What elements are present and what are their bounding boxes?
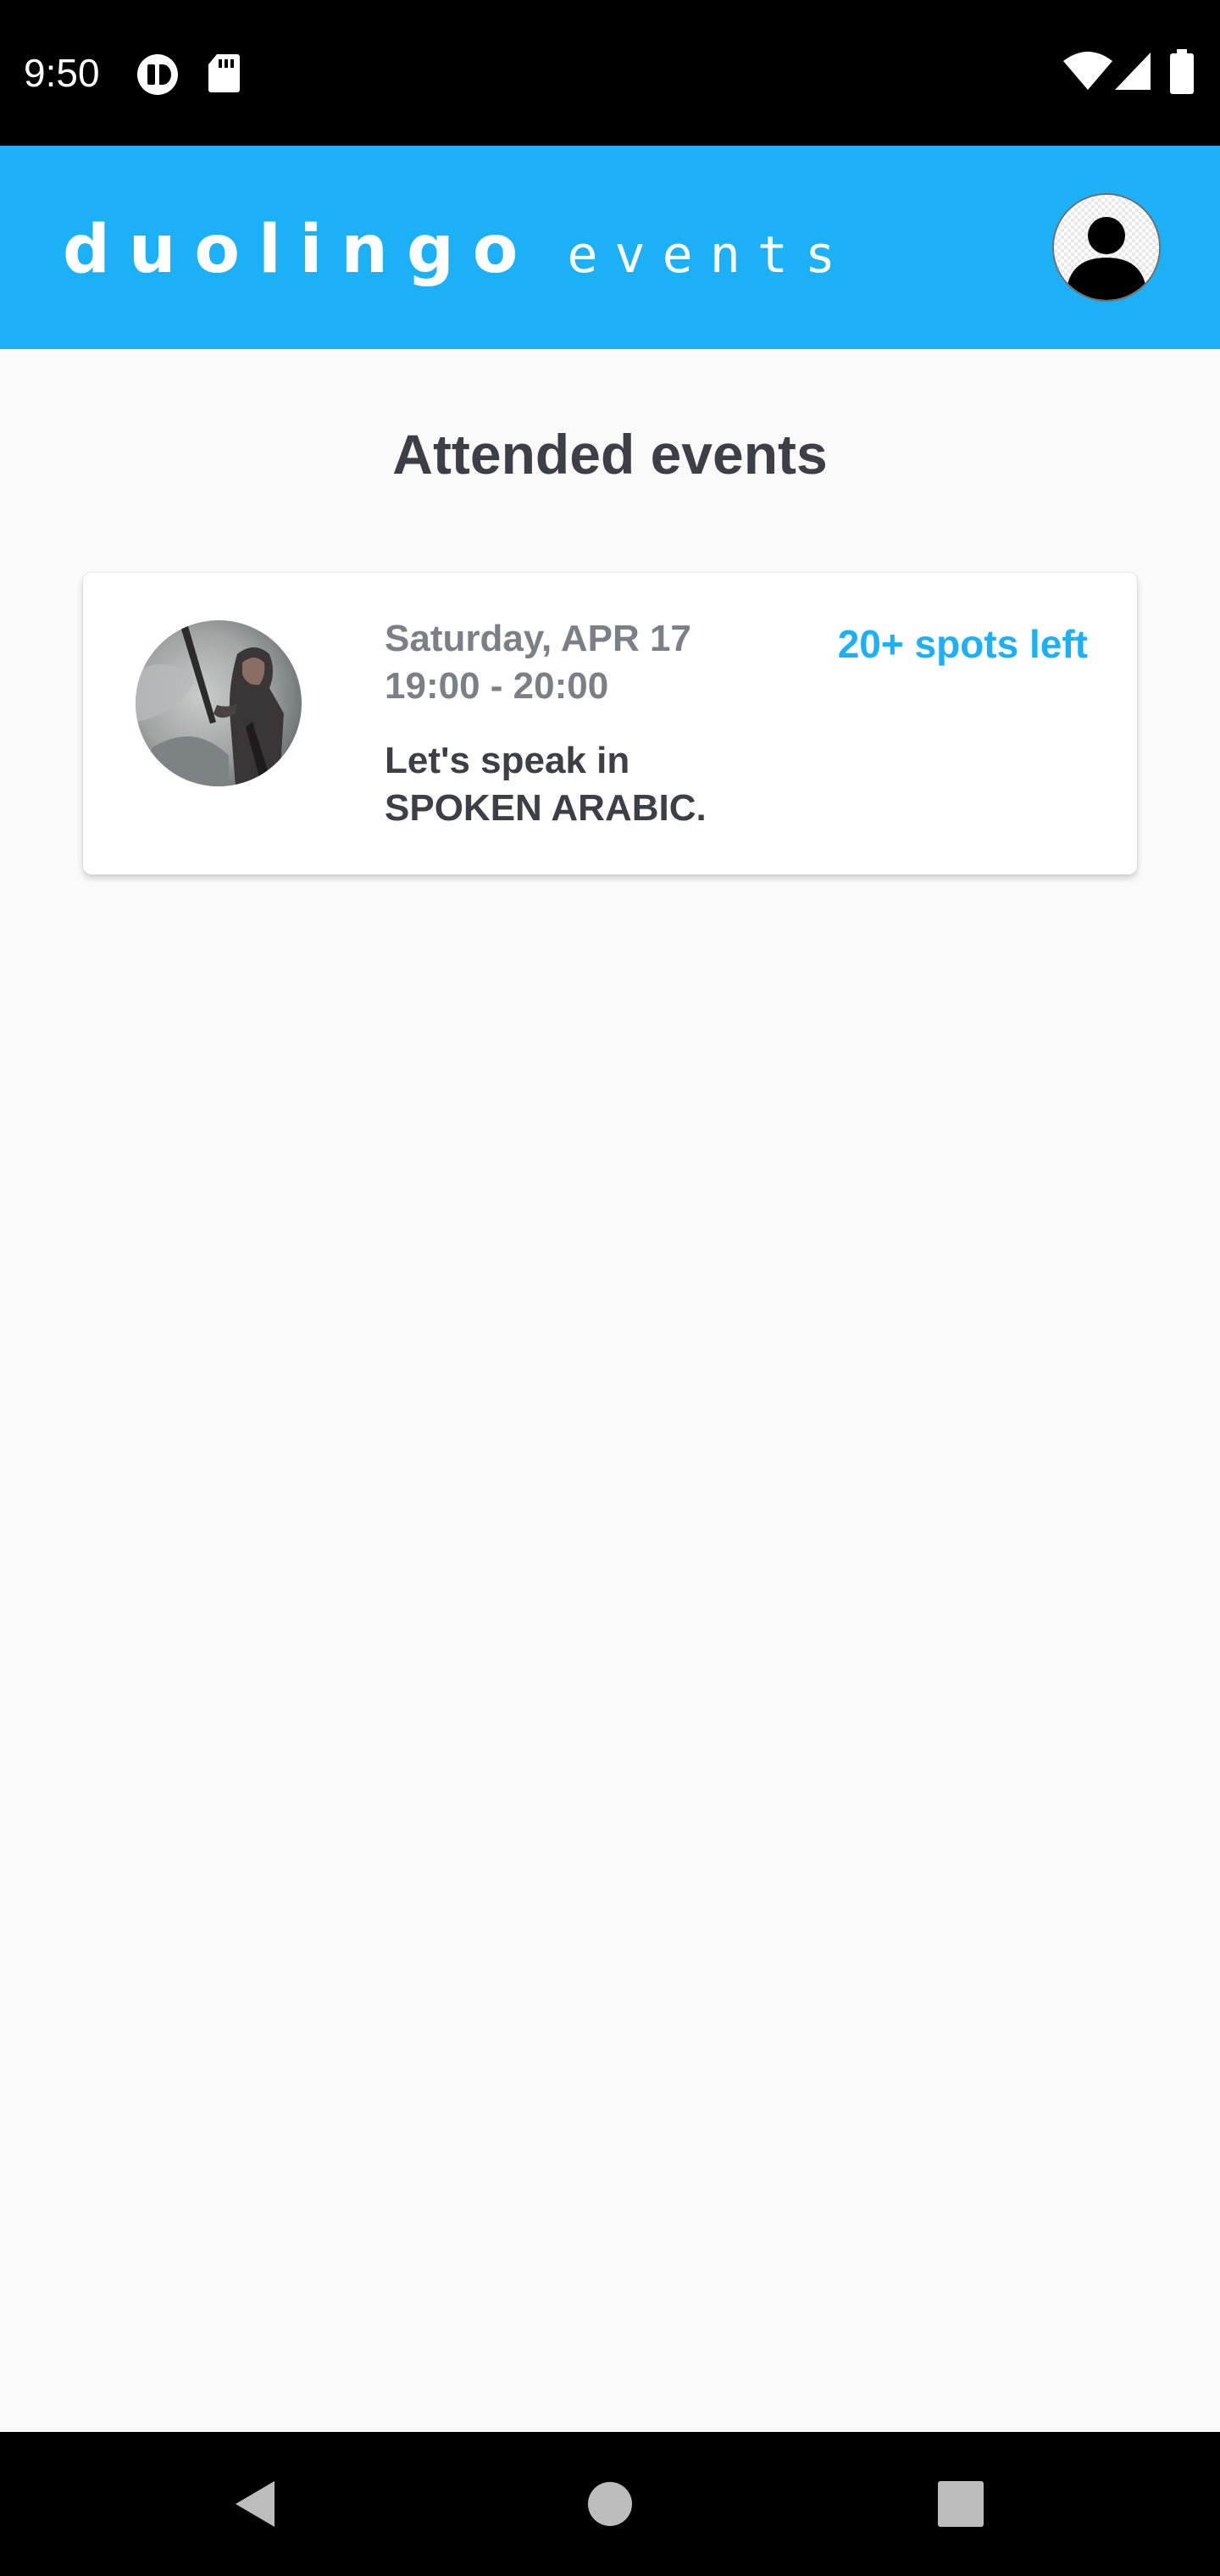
brand-logo: duolingo events: [63, 212, 852, 288]
page-title: Attended events: [392, 423, 828, 486]
event-time: 19:00 - 20:00: [385, 665, 609, 707]
spots-left-label: 20+ spots left: [837, 622, 1088, 666]
back-icon[interactable]: [225, 2474, 285, 2534]
event-date: Saturday, APR 17: [385, 618, 691, 659]
status-time: 9:50: [24, 51, 100, 95]
sd-card-icon: [208, 54, 240, 92]
cellular-signal-icon: [1115, 53, 1151, 90]
event-image: [136, 620, 302, 786]
user-avatar-icon: [1054, 195, 1159, 300]
status-bar: [0, 0, 1220, 146]
notification-icon: [137, 54, 178, 95]
home-icon[interactable]: [580, 2474, 640, 2534]
profile-button[interactable]: [1052, 193, 1161, 302]
battery-icon: [1170, 49, 1194, 94]
brand-name: duolingo: [63, 212, 537, 288]
event-title-line-2: SPOKEN ARABIC.: [385, 787, 707, 829]
wifi-icon: [1063, 52, 1112, 90]
brand-suffix: events: [567, 225, 853, 285]
event-title-line-1: Let's speak in: [385, 740, 630, 781]
recents-icon[interactable]: [931, 2474, 990, 2534]
event-card[interactable]: Saturday, APR 17 19:00 - 20:00 Let's spe…: [83, 573, 1137, 874]
event-photo: [136, 620, 302, 786]
